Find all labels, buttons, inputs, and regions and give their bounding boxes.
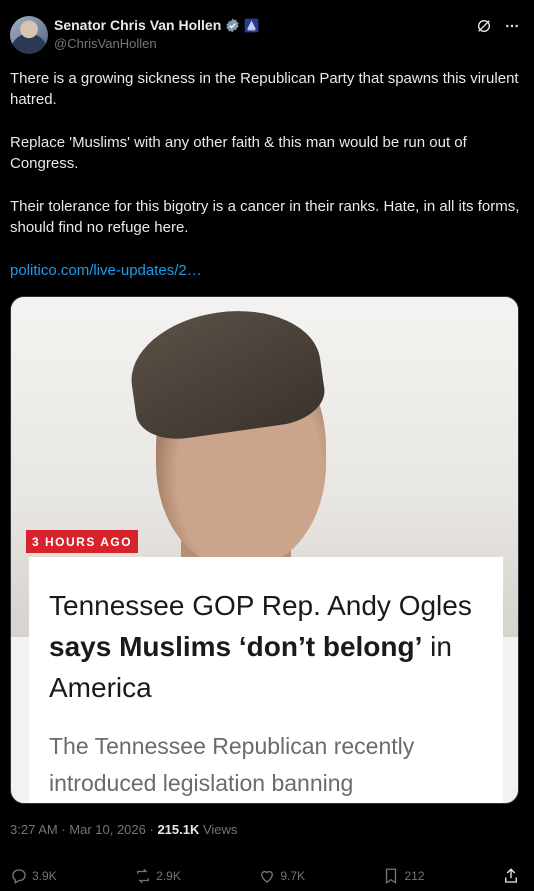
like-button[interactable]: 9.7K	[258, 867, 305, 885]
verified-badge-icon	[226, 18, 239, 32]
tweet-link[interactable]: politico.com/live-updates/2…	[10, 260, 524, 281]
like-count: 9.7K	[280, 869, 305, 883]
views-label: Views	[199, 822, 238, 837]
meta-separator: ·	[57, 822, 70, 837]
headline-bold-text: says Muslims ‘don’t belong’	[49, 631, 423, 662]
reply-count: 3.9K	[32, 869, 57, 883]
tweet-text: There is a growing sickness in the Repub…	[10, 68, 524, 303]
tweet-paragraph: Their tolerance for this bigotry is a ca…	[10, 198, 520, 236]
header-actions	[476, 18, 520, 39]
heart-icon	[261, 870, 274, 883]
tweet-paragraph: Replace 'Muslims' with any other faith &…	[10, 134, 467, 172]
time-badge: 3 HOURS AGO	[26, 530, 139, 553]
bookmark-icon	[386, 868, 397, 885]
author-name-row: Senator Chris Van Hollen	[54, 17, 259, 33]
tweet-time[interactable]: 3:27 AM	[10, 822, 58, 837]
repost-count: 2.9K	[156, 869, 181, 883]
meta-separator: ·	[145, 822, 158, 837]
action-bar: 3.9K 2.9K 9.7K 212	[10, 864, 520, 888]
author-handle[interactable]: @ChrisVanHollen	[54, 36, 157, 51]
repost-button[interactable]: 2.9K	[134, 867, 181, 885]
author-name[interactable]: Senator Chris Van Hollen	[54, 17, 221, 33]
tweet-meta: 3:27 AM · Mar 10, 2026 · 215.1K Views	[10, 822, 237, 837]
reply-button[interactable]: 3.9K	[10, 867, 57, 885]
share-button[interactable]	[502, 867, 520, 885]
tweet-date[interactable]: Mar 10, 2026	[69, 822, 146, 837]
views-count[interactable]: 215.1K	[157, 822, 199, 837]
article-subhead: The Tennessee Republican recently introd…	[49, 733, 415, 796]
headline-text: Tennessee GOP Rep. Andy Ogles	[49, 590, 472, 621]
headline-box: Tennessee GOP Rep. Andy Ogles says Musli…	[29, 557, 503, 803]
reply-icon	[12, 869, 26, 884]
bookmark-count: 212	[404, 869, 425, 883]
avatar[interactable]	[10, 16, 48, 54]
article-card[interactable]: Tennessee GOP Rep. Andy Ogles says Musli…	[10, 296, 519, 804]
share-icon	[505, 868, 517, 883]
government-affiliate-icon	[244, 18, 259, 32]
tweet-header: Senator Chris Van Hollen @ChrisVanHollen	[10, 14, 524, 58]
repost-icon	[137, 868, 150, 884]
article-headline: Tennessee GOP Rep. Andy Ogles says Musli…	[49, 585, 483, 708]
more-options-icon[interactable]	[504, 18, 520, 39]
tweet-paragraph: There is a growing sickness in the Repub…	[10, 70, 519, 108]
bookmark-button[interactable]: 212	[382, 867, 425, 885]
grok-icon[interactable]	[476, 18, 492, 39]
